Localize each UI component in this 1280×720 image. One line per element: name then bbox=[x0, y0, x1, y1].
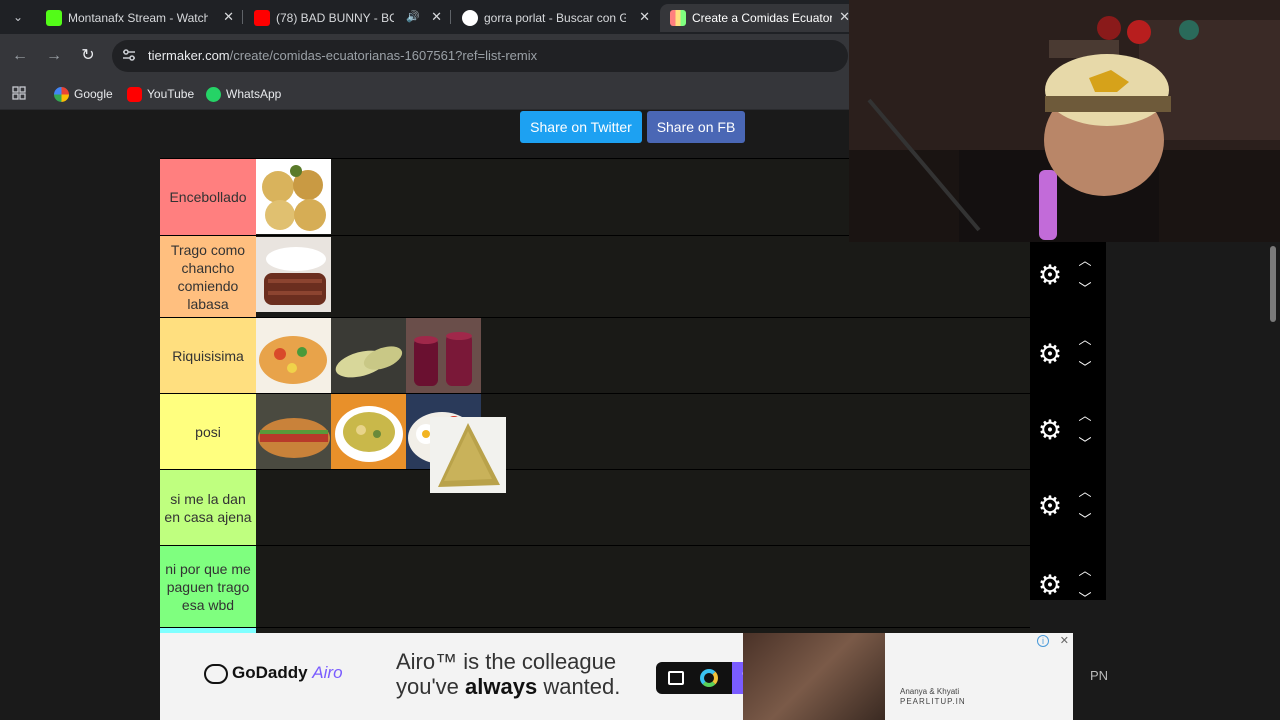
chevron-down-icon[interactable]: ﹀ bbox=[1074, 511, 1096, 529]
tier-controls-column: ⚙ ︿ ﹀ ⚙ ︿ ﹀ ⚙ ︿ ﹀ ⚙ ︿ ﹀ ⚙ ︿ ﹀ bbox=[1030, 242, 1106, 606]
bookmark-google[interactable]: Google bbox=[54, 84, 113, 104]
tier-row: si me la dan en casa ajena bbox=[160, 469, 1030, 545]
close-icon[interactable]: ✕ bbox=[431, 4, 442, 30]
forward-icon[interactable]: → bbox=[42, 44, 66, 68]
bookmark-whatsapp[interactable]: WhatsApp bbox=[206, 84, 281, 104]
ad-headline: Airo™ is the colleague you've always wan… bbox=[396, 649, 620, 699]
url-host: tiermaker.com bbox=[148, 48, 230, 63]
chevron-up-icon[interactable]: ︿ bbox=[1074, 562, 1096, 580]
corner-text: PN bbox=[1090, 668, 1109, 683]
food-image-caldo[interactable] bbox=[331, 394, 406, 469]
gear-icon[interactable]: ⚙ bbox=[1035, 570, 1065, 600]
chevron-down-icon[interactable]: ﹀ bbox=[1074, 280, 1096, 298]
close-icon[interactable]: ✕ bbox=[223, 4, 234, 30]
tier-items bbox=[256, 236, 1030, 317]
page-scrollbar[interactable] bbox=[1266, 242, 1280, 642]
gear-icon[interactable]: ⚙ bbox=[1035, 491, 1065, 521]
apps-grid-icon[interactable] bbox=[12, 86, 26, 100]
google-icon bbox=[54, 87, 69, 103]
chevron-up-icon[interactable]: ︿ bbox=[1074, 331, 1096, 349]
chevron-down-icon[interactable]: ﹀ bbox=[1074, 435, 1096, 453]
ad-brand-logo: GoDaddy Airo bbox=[204, 663, 343, 684]
chevron-down-icon[interactable]: ﹀ bbox=[1074, 359, 1096, 377]
window-icon bbox=[668, 671, 684, 685]
tab-title: Create a Comidas Ecuatoria bbox=[692, 10, 832, 25]
close-icon[interactable]: ✕ bbox=[639, 4, 650, 30]
ad-credit: Ananya & Khyati PEARLITUP.IN bbox=[900, 687, 966, 706]
tier-items bbox=[256, 394, 1030, 493]
bookmark-youtube[interactable]: YouTube bbox=[127, 84, 194, 104]
gear-icon[interactable]: ⚙ bbox=[1035, 260, 1065, 290]
tier-label[interactable]: ni por que me paguen trago esa wbd bbox=[160, 546, 256, 627]
google-icon bbox=[462, 9, 478, 26]
ad-close-icon[interactable]: ✕ bbox=[1060, 634, 1069, 647]
back-icon[interactable]: ← bbox=[8, 44, 32, 68]
tab-title: Montanafx Stream - Watch bbox=[68, 10, 208, 25]
tab-search-chevron-icon[interactable]: ⌄ bbox=[6, 6, 30, 28]
url-path: /create/comidas-ecuatorianas-1607561?ref… bbox=[229, 48, 538, 63]
godaddy-logo-icon bbox=[204, 663, 228, 684]
gear-icon[interactable]: ⚙ bbox=[1035, 339, 1065, 369]
site-settings-icon[interactable] bbox=[122, 48, 136, 62]
tab-gorra-porlat[interactable]: gorra porlat - Buscar con Go ✕ bbox=[452, 4, 658, 32]
tier-row: Riquisisima bbox=[160, 317, 1030, 393]
food-image-empanada[interactable] bbox=[430, 417, 506, 493]
tiermaker-icon bbox=[670, 9, 686, 26]
food-image-humitas[interactable] bbox=[331, 318, 406, 393]
youtube-icon bbox=[127, 87, 142, 103]
tier-items bbox=[256, 546, 1030, 627]
bookmark-label: WhatsApp bbox=[226, 87, 282, 101]
tab-title: gorra porlat - Buscar con Go bbox=[484, 10, 626, 25]
tab-title: (78) BAD BUNNY - BOO bbox=[276, 10, 394, 25]
food-image-sanduche[interactable] bbox=[256, 394, 331, 469]
ad-brand-product: Airo bbox=[312, 663, 343, 682]
tier-label[interactable]: Encebollado bbox=[160, 159, 256, 235]
food-image-ceviche[interactable] bbox=[256, 318, 331, 393]
ad-headline-line-2: you've always wanted. bbox=[396, 674, 621, 699]
url-text: tiermaker.com/create/comidas-ecuatoriana… bbox=[148, 48, 537, 63]
gear-icon[interactable]: ⚙ bbox=[1035, 415, 1065, 445]
reload-icon[interactable]: ↻ bbox=[76, 44, 100, 68]
tier-label[interactable]: Trago como chancho comiendo labasa bbox=[160, 236, 256, 317]
tier-label[interactable]: Riquisisima bbox=[160, 318, 256, 393]
kick-icon bbox=[46, 9, 62, 26]
tier-label[interactable]: posi bbox=[160, 394, 256, 469]
ad-brand: GoDaddy bbox=[232, 663, 308, 682]
ad-info-icon[interactable]: i bbox=[1037, 635, 1049, 647]
chevron-up-icon[interactable]: ︿ bbox=[1074, 407, 1096, 425]
tab-comidas-ecuatorianas[interactable]: Create a Comidas Ecuatoria ✕ bbox=[660, 4, 860, 32]
food-image-carne-asada[interactable] bbox=[256, 237, 331, 312]
tier-row: posi bbox=[160, 393, 1030, 493]
tab-bad-bunny[interactable]: (78) BAD BUNNY - BOO 🔊 ✕ bbox=[244, 4, 450, 32]
tier-row: ni por que me paguen trago esa wbd bbox=[160, 545, 1030, 627]
chevron-up-icon[interactable]: ︿ bbox=[1074, 252, 1096, 270]
tab-montanafx-stream[interactable]: Montanafx Stream - Watch ✕ bbox=[36, 4, 242, 32]
tier-items bbox=[256, 470, 1030, 545]
food-image-bolones[interactable] bbox=[256, 159, 331, 234]
share-fb-button[interactable]: Share on FB bbox=[647, 111, 745, 143]
chevron-down-icon[interactable]: ﹀ bbox=[1074, 590, 1096, 608]
screen: ⌄ Montanafx Stream - Watch ✕ (78) BAD BU… bbox=[0, 0, 1280, 720]
youtube-icon bbox=[254, 9, 270, 26]
tier-label[interactable]: si me la dan en casa ajena bbox=[160, 470, 256, 545]
advertisement-banner[interactable]: GoDaddy Airo Airo™ is the colleague you'… bbox=[160, 633, 1073, 720]
share-twitter-button[interactable]: Share on Twitter bbox=[520, 111, 642, 143]
bookmark-label: Google bbox=[74, 87, 113, 101]
bookmark-label: YouTube bbox=[147, 87, 195, 101]
tier-row: Trago como chancho comiendo labasa bbox=[160, 235, 1030, 317]
whatsapp-icon bbox=[206, 87, 221, 103]
food-image-colada-morada[interactable] bbox=[406, 318, 481, 393]
webcam-overlay bbox=[849, 0, 1280, 242]
scroll-thumb[interactable] bbox=[1270, 246, 1276, 322]
ad-photo bbox=[743, 633, 885, 720]
ad-headline-line-1: Airo™ is the colleague bbox=[396, 649, 617, 674]
ring-icon bbox=[700, 669, 718, 687]
speaker-icon[interactable]: 🔊 bbox=[406, 4, 420, 30]
tier-items bbox=[256, 318, 1030, 393]
chevron-up-icon[interactable]: ︿ bbox=[1074, 483, 1096, 501]
address-bar[interactable]: tiermaker.com/create/comidas-ecuatoriana… bbox=[112, 40, 848, 72]
